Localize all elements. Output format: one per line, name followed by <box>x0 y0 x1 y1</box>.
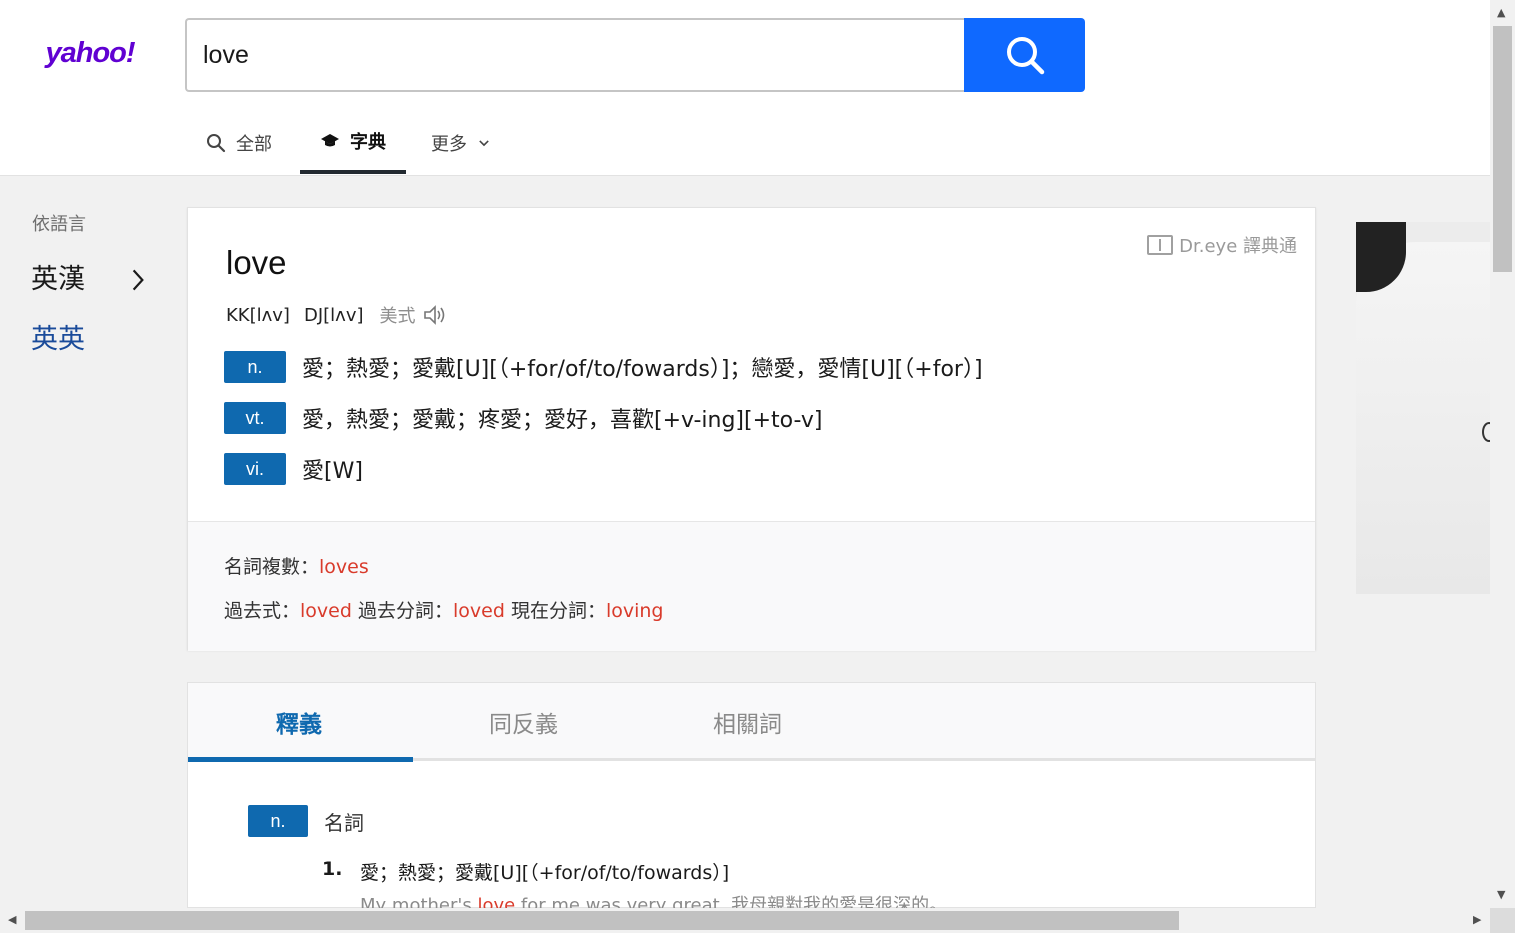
plural-value[interactable]: loves <box>319 556 369 578</box>
dj-phonetic: DJ[lʌv] <box>303 304 364 326</box>
tab-synonyms-antonyms[interactable]: 同反義 <box>489 705 558 739</box>
pos-tag: vt. <box>224 402 286 434</box>
us-label: 美式 <box>379 306 416 327</box>
definition-pos-header: n. 名詞 <box>248 805 364 837</box>
dreye-link[interactable]: Dr.eye 譯典通 <box>1147 232 1297 258</box>
active-tab-indicator <box>188 757 413 762</box>
summary-row-noun: n. 愛；熱愛；愛戴[U][（+for/of/to/fowards）]；戀愛，愛… <box>224 349 1283 385</box>
presp-label: 現在分詞： <box>510 600 606 622</box>
scroll-right-icon[interactable]: ▶ <box>1473 913 1481 926</box>
phonetics: KK[lʌv] DJ[lʌv] 美式 <box>226 302 448 328</box>
scrollbar-corner <box>1490 908 1515 933</box>
summary-text: 愛，熱愛；愛戴；疼愛；愛好，喜歡[+v-ing][+to-v] <box>302 408 823 433</box>
book-icon <box>1147 235 1174 255</box>
dreye-label: Dr.eye 譯典通 <box>1179 236 1297 257</box>
verb-forms: 過去式：loved 過去分詞：loved 現在分詞：loving <box>224 596 663 623</box>
vertical-scroll-thumb[interactable] <box>1493 26 1512 272</box>
horizontal-scroll-thumb[interactable] <box>25 911 1179 930</box>
ad-logo-icon <box>1482 422 1490 442</box>
scroll-up-icon[interactable]: ▲ <box>1497 6 1505 19</box>
plural-form: 名詞複數：loves <box>224 552 369 579</box>
search-icon <box>1006 37 1044 75</box>
sidebar-item-english-english[interactable]: 英英 <box>31 324 85 356</box>
vertical-scrollbar[interactable]: ▲ ▼ <box>1490 0 1515 908</box>
scroll-left-icon[interactable]: ◀ <box>8 913 16 926</box>
language-title: 依語言 <box>32 214 86 235</box>
summary-row-vi: vi. 愛[W] <box>224 451 1283 487</box>
tab-related-words[interactable]: 相關詞 <box>713 705 782 739</box>
ad-banner[interactable] <box>1356 222 1490 594</box>
tab-more[interactable]: 更多 <box>414 112 508 174</box>
header: yahoo! 全部 字典 更多 <box>0 0 1490 176</box>
tab-dictionary-label: 字典 <box>350 132 386 153</box>
summary-text: 愛；熱愛；愛戴[U][（+for/of/to/fowards）]；戀愛，愛情[U… <box>302 357 983 382</box>
sidebar-item-label: 英漢 <box>31 264 85 295</box>
past-label: 過去式： <box>224 600 301 622</box>
kk-phonetic: KK[lʌv] <box>226 304 290 326</box>
sidebar-item-english-chinese[interactable]: 英漢 <box>31 264 145 296</box>
plural-label: 名詞複數： <box>224 556 320 578</box>
presp-value[interactable]: loving <box>606 600 664 622</box>
yahoo-logo[interactable]: yahoo! <box>24 38 156 68</box>
tab-dictionary[interactable]: 字典 <box>300 112 406 174</box>
pos-tag: n. <box>224 351 286 383</box>
tab-more-label: 更多 <box>431 134 467 155</box>
pp-value[interactable]: loved <box>453 600 505 622</box>
search-button[interactable] <box>964 18 1085 92</box>
tab-all-label: 全部 <box>236 134 272 155</box>
definition-number: 1. <box>322 858 343 880</box>
past-value[interactable]: loved <box>300 600 352 622</box>
graduation-cap-icon <box>321 134 339 147</box>
dictionary-card: Dr.eye 譯典通 love KK[lʌv] DJ[lʌv] 美式 n. 愛；… <box>187 207 1316 651</box>
horizontal-scrollbar[interactable]: ◀ ▶ <box>0 908 1490 933</box>
headword: love <box>226 244 287 281</box>
pp-label: 過去分詞： <box>357 600 453 622</box>
tab-definitions[interactable]: 釋義 <box>276 705 322 739</box>
chevron-down-icon <box>479 140 489 147</box>
pos-label: 名詞 <box>324 810 364 835</box>
tab-all[interactable]: 全部 <box>185 112 293 174</box>
chevron-right-icon <box>132 269 144 291</box>
forms-section <box>188 521 1315 651</box>
definition-text: 愛；熱愛；愛戴[U][（+for/of/to/fowards）] <box>360 862 730 884</box>
search-input[interactable] <box>185 18 965 92</box>
search-icon <box>207 134 226 153</box>
summary-row-vt: vt. 愛，熱愛；愛戴；疼愛；愛好，喜歡[+v-ing][+to-v] <box>224 400 1283 436</box>
scroll-down-icon[interactable]: ▼ <box>1497 888 1505 901</box>
definitions-card: 釋義 同反義 相關詞 n. 名詞 1. 愛；熱愛；愛戴[U][（+for/of/… <box>187 682 1316 916</box>
pos-tag: vi. <box>224 453 286 485</box>
ad-image <box>1356 242 1490 594</box>
summary-text: 愛[W] <box>302 459 363 484</box>
pos-tag: n. <box>248 805 308 837</box>
speaker-icon[interactable] <box>422 303 448 327</box>
